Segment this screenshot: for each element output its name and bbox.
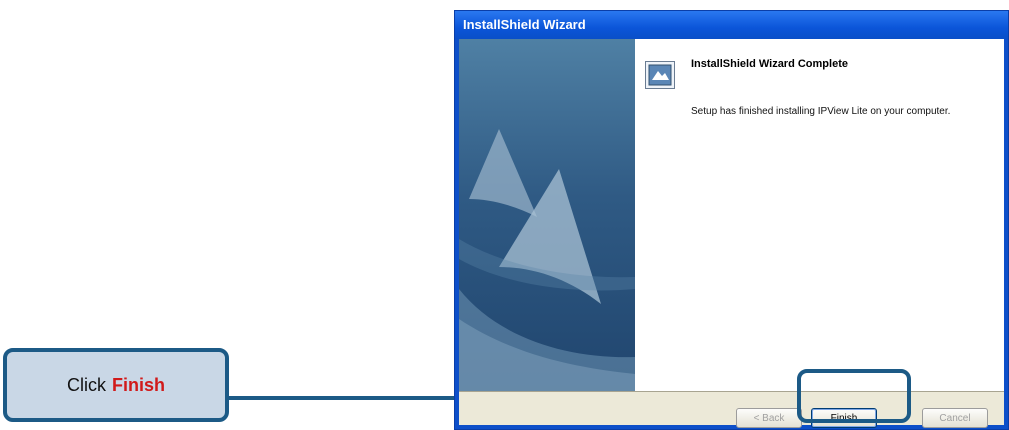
cancel-button[interactable]: Cancel [922,408,988,428]
instruction-callout: Click Finish [3,348,229,422]
wizard-heading: InstallShield Wizard Complete [691,58,848,70]
callout-keyword: Finish [112,374,165,395]
wizard-button-bar: < Back Finish Cancel [459,393,1004,428]
installer-icon [645,61,675,89]
back-button[interactable]: < Back [736,408,802,428]
window-title-bar[interactable]: InstallShield Wizard [455,11,1008,39]
window-title: InstallShield Wizard [463,17,586,32]
wave-graphic-icon [459,129,635,391]
wizard-message: Setup has finished installing IPView Lit… [691,106,951,117]
callout-prefix: Click [67,374,106,395]
window-client-area: InstallShield Wizard Complete Setup has … [459,39,1004,428]
wizard-content-pane: InstallShield Wizard Complete Setup has … [635,39,1004,391]
wizard-side-graphic [459,39,635,391]
installshield-wizard-window: InstallShield Wizard InstallShield Wizar… [454,10,1009,430]
finish-button[interactable]: Finish [811,408,877,428]
